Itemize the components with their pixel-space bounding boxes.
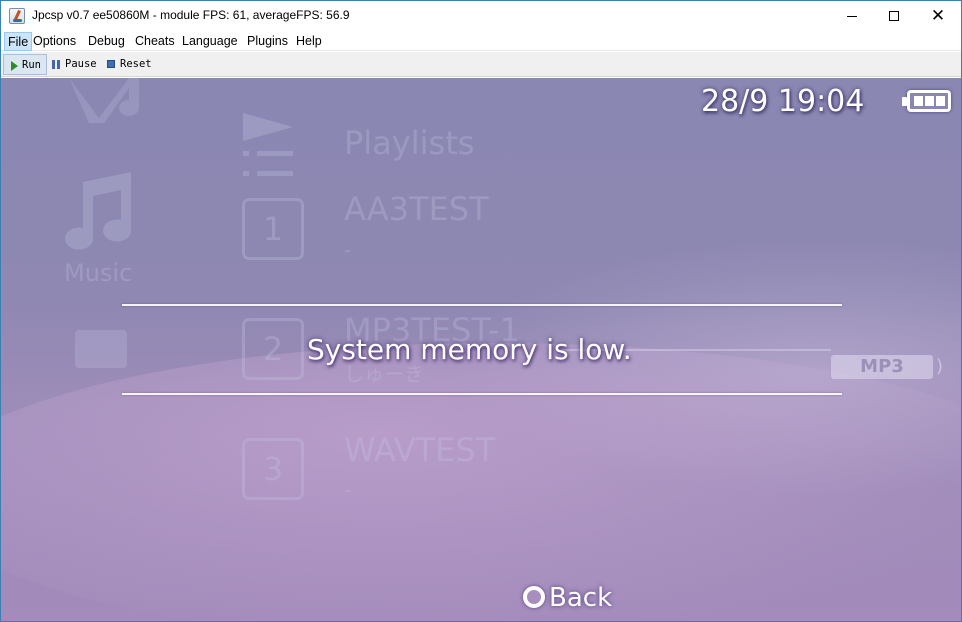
playlist-icon [243,113,293,176]
pause-icon [52,60,60,69]
play-icon [11,61,18,71]
music-note-icon [65,172,132,250]
dialog-bottom-divider [122,393,842,395]
music-label: Music [64,259,133,287]
java-app-icon [9,8,25,24]
menu-debug[interactable]: Debug [85,32,128,51]
track-title-3: WAVTEST [344,431,496,469]
menu-options[interactable]: Options [30,32,79,51]
toolbar: Run Pause Reset [1,52,961,77]
emulator-window: Jpcsp v0.7 ee50860M - module FPS: 61, av… [0,0,962,622]
emulator-screen[interactable]: Music Playlists 1 AA3TEST - 2 MP3TEST-1 … [1,78,961,621]
pause-label: Pause [65,58,97,70]
battery-bar [936,96,945,106]
reset-button[interactable]: Reset [102,54,157,75]
run-label: Run [22,59,41,71]
minimize-icon [847,15,857,17]
track-subtitle-3: - [344,478,352,502]
dialog-top-divider [122,304,842,306]
title-bar[interactable]: Jpcsp v0.7 ee50860M - module FPS: 61, av… [1,1,961,31]
stop-icon [107,60,115,68]
track-number-1: 1 [242,198,304,260]
run-button[interactable]: Run [3,54,47,75]
track-subtitle-1: - [344,238,352,262]
menu-cheats[interactable]: Cheats [132,32,178,51]
track-number-3: 3 [242,438,304,500]
battery-icon [902,90,951,112]
battery-bar [914,96,923,106]
reset-label: Reset [120,58,152,70]
menu-file[interactable]: File [4,32,33,51]
menu-language[interactable]: Language [179,32,241,51]
dialog-message: System memory is low. [307,333,632,366]
circle-button-icon [523,586,545,608]
playlists-label: Playlists [344,124,475,162]
close-button[interactable]: ✕ [915,1,961,31]
maximize-icon [889,11,899,21]
window-title: Jpcsp v0.7 ee50860M - module FPS: 61, av… [32,8,350,22]
minimize-button[interactable] [829,1,875,31]
menu-help[interactable]: Help [293,32,325,51]
menu-bar: File Options Debug Cheats Language Plugi… [1,31,961,51]
back-button[interactable]: Back [523,583,612,613]
maximize-button[interactable] [871,1,917,31]
back-label: Back [549,583,613,613]
clock: 28/9 19:04 [701,84,865,119]
top-item-icon [69,78,139,123]
pause-button[interactable]: Pause [47,54,102,75]
close-icon: ✕ [930,6,946,26]
track-title-1: AA3TEST [344,190,489,228]
battery-bar [925,96,934,106]
menu-plugins[interactable]: Plugins [244,32,291,51]
